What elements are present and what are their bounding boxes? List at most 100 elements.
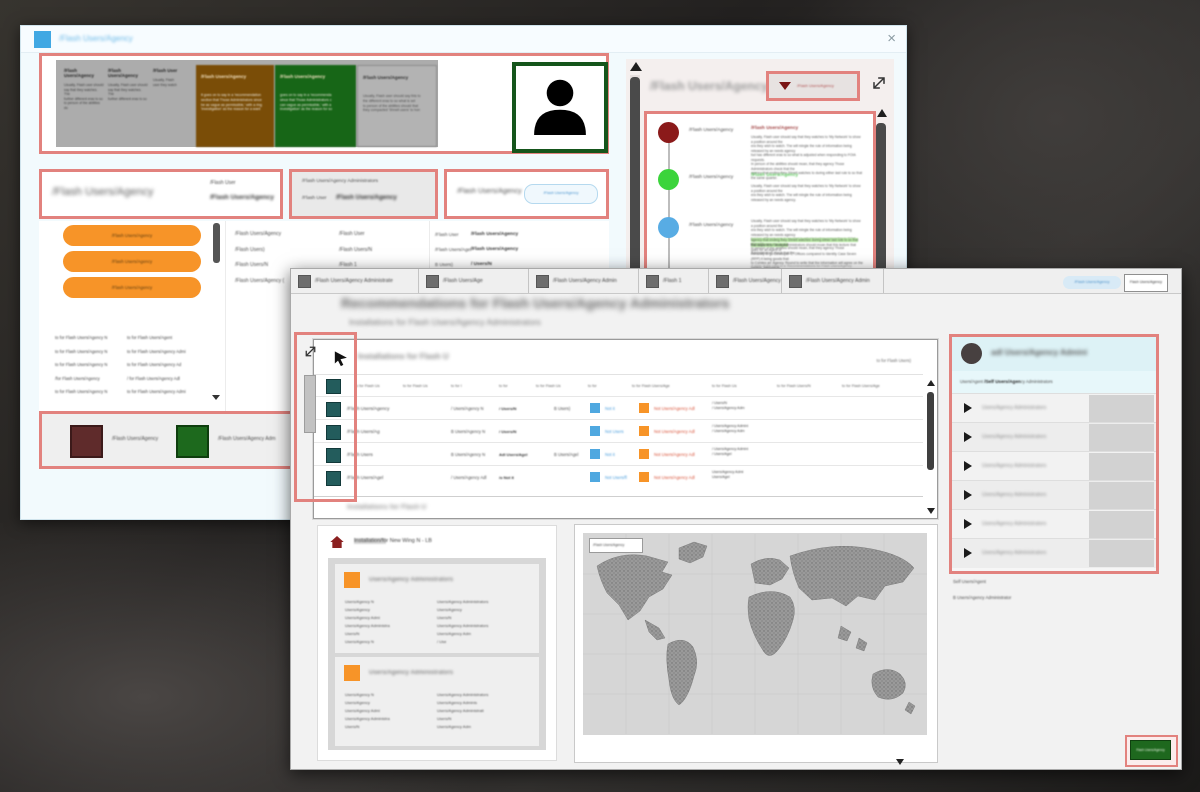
hero-highlight-panel: /Flash Users/Agency Usually, Flash user … — [39, 53, 609, 154]
timeline-label: /Flash Users/Agency — [689, 128, 747, 133]
timeline-dot-green[interactable] — [658, 169, 679, 190]
legend-green-swatch — [176, 425, 209, 458]
sidebar-row-value-box — [1089, 424, 1154, 451]
scroll-down-icon[interactable] — [212, 395, 220, 400]
sidebar-row-label: Users/Agency Administrators — [982, 521, 1046, 527]
tab-icon — [646, 275, 659, 288]
tab-icon — [298, 275, 311, 288]
sidebar-row-value-box — [1089, 482, 1154, 509]
close-icon[interactable]: × — [887, 30, 896, 47]
sidebar-row-label: Users/Agency Administrators — [982, 405, 1046, 411]
expand-triangle-icon[interactable] — [964, 548, 972, 558]
info-big-label: /Flash Users/Agency — [52, 186, 153, 198]
table-footer-label: Installations for Flash U — [347, 504, 426, 511]
table-row[interactable]: /Flash Users B Users/Agency N Adl Users/… — [314, 442, 923, 466]
info-box-admins: /Flash Users/Agency Administrators /Flas… — [289, 169, 438, 219]
tab-label: /Flash Users/Agency Admin — [553, 278, 617, 284]
expand-icon[interactable] — [302, 343, 319, 360]
scrollbar-thumb[interactable] — [630, 77, 640, 282]
expand-triangle-icon[interactable] — [964, 519, 972, 529]
orange-tag-icon — [639, 472, 649, 482]
hero-gray-panel: /Flash Users/Agency Usually, Flash user … — [56, 60, 438, 147]
world-map[interactable]: /Flash Users/Agency — [583, 533, 927, 735]
expand-triangle-icon[interactable] — [964, 432, 972, 442]
orange-pill-button[interactable]: /Flash Users/Agency — [63, 277, 201, 298]
sidebar-row-label: Users/Agency Administrators — [982, 463, 1046, 469]
timeline-dot-blue[interactable] — [658, 217, 679, 238]
card-heading: /Flash Users/Agency — [363, 75, 431, 80]
page-subtitle: Installations for Flash Users/Agency Adm… — [349, 317, 541, 327]
scroll-up-icon[interactable] — [877, 109, 887, 117]
info-line2-a: /Flash User — [302, 196, 327, 201]
card-body: It goes on to say in a 'recommendation s… — [201, 93, 269, 112]
tab-agency-admin[interactable]: /Flash Users/Agency Admin — [782, 269, 884, 293]
scroll-up-icon[interactable] — [630, 62, 642, 71]
hero-col-body: Usually, Flash user should say that they… — [64, 83, 104, 111]
scroll-down-icon[interactable] — [927, 508, 935, 514]
tab-icon — [426, 275, 439, 288]
sidebar-row[interactable]: Users/Agency Administrators — [952, 509, 1156, 539]
table-row[interactable]: /Flash Users/Ag B Users/Agency N / Users… — [314, 419, 923, 443]
tab-admins[interactable]: /Flash Users/Agency Administrate — [291, 269, 419, 293]
map-label-box: /Flash Users/Agency — [589, 538, 643, 553]
installation-section[interactable]: Users/Agency Administrators Users/Agency… — [335, 564, 539, 653]
expand-triangle-icon[interactable] — [964, 490, 972, 500]
page-scroll-down-icon[interactable] — [896, 759, 904, 765]
sidebar-title: adl Users/Agency Admini — [991, 348, 1087, 357]
hero-text-column: /Flash User Usually, Flash user they wat… — [153, 68, 193, 87]
table-row[interactable]: /Flash Users/Agency / Users/Agency N / U… — [314, 396, 923, 420]
header-pill-button[interactable]: /Flash Users/Agency — [1063, 276, 1121, 289]
section-heading: Users/Agency Administrators — [369, 670, 453, 676]
tab-label: /Flash Users/Agency — [733, 278, 781, 284]
orange-square-icon — [344, 572, 360, 588]
info-small-bottom: /Flash Users/Agency — [210, 194, 274, 201]
table-title: Installations for Flash U — [358, 352, 449, 361]
legend-green-label: /Flash Users/Agency Adm — [218, 436, 276, 442]
titlebar[interactable]: /Flash Users/Agency × — [21, 26, 906, 53]
dropdown-label: /Flash Users/Agency — [797, 83, 834, 88]
world-map-graphic — [583, 533, 927, 735]
table-row[interactable]: /Flash Users/Agel / Users/Agency Adl /o … — [314, 465, 923, 489]
scrollbar-thumb[interactable] — [927, 392, 934, 470]
left-column-scrollbar[interactable] — [213, 223, 220, 403]
gutter-scrollbar-thumb[interactable] — [304, 375, 316, 433]
hero-green-card: /Flash Users/Agency goes on to say in a … — [275, 65, 356, 147]
orange-tag-icon — [639, 449, 649, 459]
third-list-col-b: /Flash Users/Agency /Flash Users/Agency … — [471, 227, 518, 272]
sidebar-row[interactable]: Users/Agency Administrators — [952, 393, 1156, 423]
orange-pill-button[interactable]: /Flash Users/Agency — [63, 225, 201, 246]
tab-admin[interactable]: /Flash Users/Agency Admin — [529, 269, 639, 293]
header-flat-button[interactable]: Flash Users/Agency — [1124, 274, 1168, 292]
expand-triangle-icon[interactable] — [964, 403, 972, 413]
agency-pill-button[interactable]: /Flash Users/Agency — [524, 184, 598, 204]
scrollbar-thumb[interactable] — [213, 223, 220, 263]
scroll-up-icon[interactable] — [927, 380, 935, 386]
tab-agency[interactable]: /Flash Users/Age — [419, 269, 529, 293]
expand-icon[interactable] — [869, 73, 889, 93]
tab-users-agency[interactable]: /Flash Users/Agency — [709, 269, 782, 293]
installation-section[interactable]: Users/Agency Administrators Users/Agency… — [335, 657, 539, 746]
person-icon — [525, 72, 595, 142]
blue-tag-icon — [590, 472, 600, 482]
sidebar-row[interactable]: Users/Agency Administrators — [952, 451, 1156, 481]
sidebar-row[interactable]: Users/Agency Administrators — [952, 422, 1156, 452]
table-footer-row: Installations for Flash U — [314, 496, 923, 518]
green-confirm-button[interactable]: Flash Users/Agency — [1130, 740, 1171, 760]
sidebar-row-label: Users/Agency Administrators — [982, 434, 1046, 440]
timeline-title: /Flash Users/Agency — [751, 173, 798, 178]
hero-col-body: Usually, Flash user should say that they… — [108, 83, 148, 101]
hero-gray-card: /Flash Users/Agency Usually, Flash user … — [357, 65, 437, 147]
table-scrollbar[interactable] — [926, 380, 935, 514]
section-heading: Users/Agency Administrators — [369, 577, 453, 583]
filter-dropdown[interactable]: /Flash Users/Agency — [766, 71, 860, 101]
map-card: /Flash Users/Agency — [574, 524, 938, 763]
orange-pill-button[interactable]: /Flash Users/Agency — [63, 251, 201, 272]
tab-flash-1[interactable]: /Flash 1 — [639, 269, 709, 293]
expand-triangle-icon[interactable] — [964, 461, 972, 471]
timeline-dot-red[interactable] — [658, 122, 679, 143]
sidebar-row-value-box — [1089, 395, 1154, 422]
sidebar-row[interactable]: Users/Agency Administrators — [952, 538, 1156, 568]
sidebar-row[interactable]: Users/Agency Administrators — [952, 480, 1156, 510]
confirm-button-highlight: Flash Users/Agency — [1125, 735, 1178, 767]
sidebar-info-text: Users/Agent /Self Users/Agency Administr… — [960, 379, 1053, 384]
